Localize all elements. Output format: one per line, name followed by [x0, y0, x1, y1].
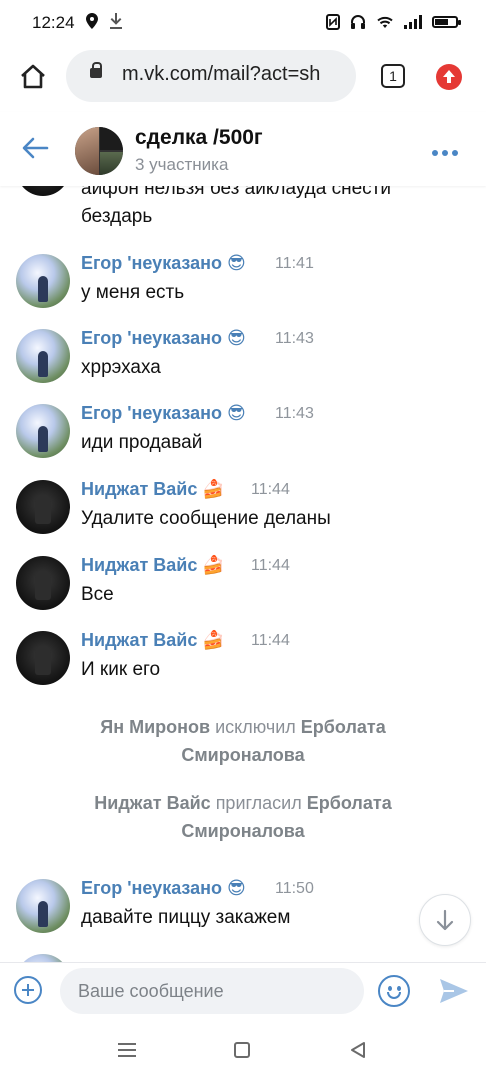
home-nav-icon[interactable]: [234, 1042, 250, 1058]
avatar[interactable]: [16, 879, 70, 933]
message-time: 11:44: [251, 557, 290, 574]
message-author[interactable]: Ниджат Вайс 🍰: [81, 630, 225, 651]
message-author[interactable]: Егор 'неуказано 😎: [81, 878, 246, 899]
message-text: Удалите сообщение деланы: [81, 508, 331, 529]
message-time: 11:50: [275, 880, 314, 897]
signal-icon: [404, 15, 422, 29]
message-input[interactable]: [60, 968, 364, 1014]
avatar[interactable]: [16, 631, 70, 685]
scroll-down-button[interactable]: [419, 894, 471, 946]
avatar[interactable]: [16, 254, 70, 308]
message-text: давайте пиццу закажем: [81, 907, 291, 928]
message-text: Все: [81, 584, 114, 605]
message-author[interactable]: Егор 'неуказано 😎: [81, 403, 246, 424]
message-time: 11:43: [275, 405, 314, 422]
browser-toolbar: m.vk.com/mail?act=sh 1: [0, 46, 486, 112]
avatar[interactable]: [16, 954, 70, 962]
nfc-icon: [326, 14, 340, 30]
address-bar[interactable]: m.vk.com/mail?act=sh: [66, 50, 356, 102]
message-item[interactable]: Егор 'неуказано 😎 11:50 давайте пиццу за…: [0, 878, 486, 949]
status-bar: 12:24: [0, 0, 486, 46]
message-text: хррэхаха: [81, 357, 161, 378]
system-message: Ян Миронов исключил Ерболата Смироналова: [100, 717, 386, 765]
message-text: бездарь: [81, 206, 153, 227]
message-author[interactable]: Егор 'неуказано 😎: [81, 328, 246, 349]
message-text: иди продавай: [81, 432, 203, 453]
wifi-icon: [377, 16, 393, 28]
add-attachment-icon[interactable]: [14, 976, 42, 1004]
url-text[interactable]: m.vk.com/mail?act=sh: [122, 63, 320, 86]
back-nav-icon[interactable]: [349, 1041, 367, 1059]
tabs-button[interactable]: 1: [381, 64, 405, 88]
system-message: Ниджат Вайс пригласил Ерболата Смиронало…: [94, 793, 392, 841]
arrow-down-icon: [436, 909, 454, 931]
update-icon[interactable]: [436, 64, 462, 90]
emoji-icon[interactable]: [378, 975, 410, 1007]
message-item[interactable]: Ниджат Вайс 🍰 11:44 Все: [0, 555, 486, 626]
send-icon[interactable]: [438, 977, 470, 1005]
headset-icon: [351, 15, 365, 29]
message-time: 11:44: [251, 481, 290, 498]
message-item[interactable]: Егор 'неуказано 😎 11:41 у меня есть: [0, 253, 486, 324]
back-arrow-icon[interactable]: [20, 136, 50, 160]
chat-title[interactable]: сделка /500г: [135, 126, 263, 150]
battery-icon: [432, 16, 461, 28]
avatar[interactable]: [16, 186, 70, 196]
message-item[interactable]: Ниджат Вайс 🍰 11:44 Удалите сообщение де…: [0, 479, 486, 550]
download-icon: [110, 13, 122, 29]
recents-icon[interactable]: [118, 1043, 136, 1057]
location-icon: [86, 13, 98, 29]
more-options-icon[interactable]: [432, 150, 458, 156]
message-time: 11:41: [275, 255, 314, 272]
chat-header: сделка /500г 3 участника: [0, 112, 486, 186]
message-author[interactable]: Ниджат Вайс 🍰: [81, 479, 225, 500]
message-author[interactable]: Егор 'неуказано 😎: [81, 253, 246, 274]
composer: [0, 962, 486, 1021]
status-time: 12:24: [32, 13, 75, 32]
lock-icon: [90, 62, 102, 78]
message-list[interactable]: айфон нельзя без айклауда снести бездарь…: [0, 186, 486, 962]
message-author[interactable]: Ниджат Вайс 🍰: [81, 555, 225, 576]
home-icon[interactable]: [18, 62, 48, 92]
system-nav-bar: [0, 1020, 486, 1080]
message-item[interactable]: Егор 'неуказано 😎 11:43 хррэхаха: [0, 328, 486, 399]
chat-participants[interactable]: 3 участника: [135, 155, 228, 175]
message-time: 11:44: [251, 632, 290, 649]
message-text: И кик его: [81, 659, 161, 680]
message-text: у меня есть: [81, 282, 185, 303]
message-item[interactable]: Ниджат Вайс 🍰 11:44 И кик его: [0, 630, 486, 701]
avatar[interactable]: [16, 480, 70, 534]
message-time: 11:43: [275, 330, 314, 347]
avatar[interactable]: [16, 556, 70, 610]
message-text: айфон нельзя без айклауда снести: [81, 186, 391, 199]
avatar[interactable]: [16, 404, 70, 458]
message-item[interactable]: Егор 'неуказано 😎 11:43 иди продавай: [0, 403, 486, 474]
avatar[interactable]: [16, 329, 70, 383]
chat-avatar[interactable]: [75, 127, 123, 175]
